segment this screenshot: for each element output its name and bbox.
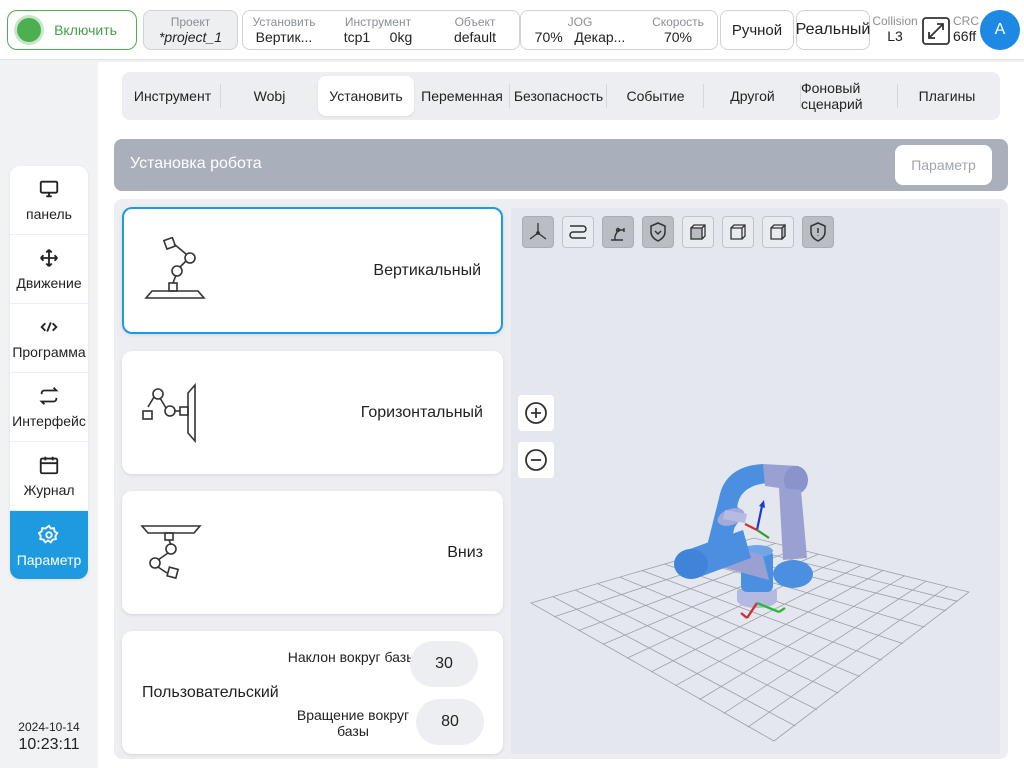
sidebar-item-program[interactable]: Программа (10, 304, 88, 373)
tool-cell[interactable]: Инструмент tcp1 0kg (325, 11, 431, 49)
mount-vertical-label: Вертикальный (373, 262, 481, 279)
settings-tabs: Инструмент Wobj Установить Переменная Бе… (122, 72, 1000, 120)
parameter-button[interactable]: Параметр (895, 145, 992, 185)
enable-label: Включить (54, 22, 117, 38)
setup-tool-wobj-group[interactable]: Установить Вертик... Инструмент tcp1 0kg… (242, 10, 520, 50)
tab-wobj[interactable]: Wobj (221, 76, 318, 116)
tab-tool[interactable]: Инструмент (124, 76, 221, 116)
speed-cell[interactable]: Скорость 70% (639, 11, 717, 49)
mount-down-label: Вниз (447, 544, 483, 561)
collision-indicator: Collision L3 (872, 14, 918, 45)
jog-cell[interactable]: JOG 70% Декар... (521, 11, 639, 49)
setup-cell[interactable]: Установить Вертик... (243, 11, 325, 49)
tool-payload: 0kg (389, 29, 413, 45)
swap-icon (39, 387, 59, 405)
enable-button[interactable]: Включить (7, 10, 137, 50)
top-status-bar: Включить Проект *project_1 Установить Ве… (0, 0, 1024, 60)
current-date: 2024-10-14 (18, 720, 80, 734)
robot-vertical-icon (144, 237, 206, 299)
tilt-input[interactable] (410, 641, 478, 687)
mount-horizontal-label: Горизонтальный (360, 404, 483, 421)
jog-value: 70% (534, 29, 563, 45)
tcp-axes (744, 500, 770, 539)
robot-scene (529, 464, 970, 742)
tab-event[interactable]: Событие (607, 76, 704, 116)
sidebar-item-label: панель (26, 206, 72, 222)
robot-arm-model (674, 464, 813, 608)
sidebar-item-motion[interactable]: Движение (10, 235, 88, 304)
mode-button[interactable]: Ручной (720, 10, 794, 50)
mount-vertical-card[interactable]: Вертикальный (122, 207, 503, 334)
wobj-caption: Объект (454, 15, 496, 29)
jog-caption: JOG (567, 15, 593, 29)
crc-value: 66ff (953, 28, 977, 44)
sidebar-item-panel[interactable]: панель (10, 166, 88, 235)
user-avatar[interactable]: A (980, 10, 1020, 50)
move-icon (40, 249, 58, 267)
tab-setup[interactable]: Установить (318, 76, 414, 116)
mount-down-card[interactable]: Вниз (122, 491, 503, 614)
mounting-content: Вертикальный Горизонтальный Вниз Пользов… (114, 199, 1008, 759)
code-icon (40, 322, 58, 332)
setup-value: Вертик... (255, 29, 313, 45)
wobj-cell[interactable]: Объект default (431, 11, 519, 49)
project-caption: Проект (170, 15, 211, 29)
tab-variable[interactable]: Переменная (414, 76, 510, 116)
mount-custom-card[interactable]: Пользовательский Наклон вокруг базы Вращ… (122, 631, 503, 754)
section-title: Установка робота (130, 155, 262, 172)
environment-button[interactable]: Реальный (796, 10, 870, 50)
jog-frame: Декар... (574, 29, 626, 45)
rotation-input[interactable] (416, 699, 484, 745)
project-selector[interactable]: Проект *project_1 (143, 10, 238, 50)
sidebar-item-parameter[interactable]: Параметр (10, 511, 88, 579)
monitor-icon (39, 180, 59, 198)
fullscreen-icon[interactable] (921, 16, 951, 46)
sidebar-nav: панель Движение Программа Интерфейс Журн… (10, 166, 88, 579)
tab-plugins[interactable]: Плагины (898, 76, 996, 116)
section-header: Установка робота Параметр (114, 139, 1008, 191)
collision-value: L3 (887, 28, 903, 44)
robot-3d-viewer[interactable] (511, 208, 1000, 754)
sidebar-item-label: Интерфейс (12, 413, 86, 429)
speed-value: 70% (663, 29, 693, 45)
sidebar-item-interface[interactable]: Интерфейс (10, 373, 88, 442)
project-name: *project_1 (158, 29, 223, 45)
tool-value: tcp1 (343, 29, 371, 45)
gear-icon (38, 524, 59, 544)
main-panel: Инструмент Wobj Установить Переменная Бе… (98, 62, 1024, 768)
tool-caption: Инструмент (344, 15, 412, 29)
mount-horizontal-card[interactable]: Горизонтальный (122, 351, 503, 474)
rotation-label: Вращение вокруг базы (296, 707, 410, 739)
sidebar-item-label: Журнал (23, 482, 75, 498)
current-time: 10:23:11 (18, 736, 80, 753)
calendar-icon (39, 456, 59, 475)
crc-caption: CRC (953, 14, 979, 28)
jog-speed-group[interactable]: JOG 70% Декар... Скорость 70% (520, 10, 718, 50)
tab-safety[interactable]: Безопасность (510, 76, 607, 116)
setup-caption: Установить (252, 15, 316, 29)
clock: 2024-10-14 10:23:11 (8, 720, 90, 754)
speed-caption: Скорость (652, 15, 704, 29)
robot-horizontal-icon (142, 382, 196, 443)
sidebar-item-label: Движение (16, 275, 82, 291)
wobj-value: default (453, 29, 497, 45)
sidebar-item-label: Параметр (16, 551, 82, 568)
power-status-icon (17, 18, 41, 42)
sidebar-item-label: Программа (12, 344, 86, 360)
tilt-label: Наклон вокруг базы (287, 649, 417, 665)
robot-down-icon (140, 525, 202, 580)
tab-background-script[interactable]: Фоновый сценарий (801, 76, 898, 116)
collision-caption: Collision (872, 14, 918, 28)
mount-custom-label: Пользовательский (142, 684, 279, 701)
tab-other[interactable]: Другой (704, 76, 801, 116)
crc-indicator: CRC 66ff (953, 14, 981, 45)
sidebar-item-journal[interactable]: Журнал (10, 442, 88, 511)
